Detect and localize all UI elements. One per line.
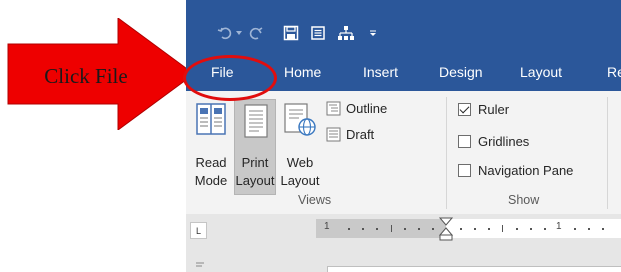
annotation-arrow: Click File xyxy=(0,17,200,131)
read-mode-label-1: Read xyxy=(195,155,227,170)
ruler-dot xyxy=(516,228,518,230)
navigation-pane-label: Navigation Pane xyxy=(478,163,574,178)
ruler-checkbox[interactable]: Ruler xyxy=(458,102,509,117)
save-icon xyxy=(283,25,299,41)
draft-button[interactable]: Draft xyxy=(326,127,374,142)
ruler-check-box[interactable] xyxy=(458,103,471,116)
annotation-label: Click File xyxy=(44,64,128,88)
ruler-dot xyxy=(432,228,434,230)
ruler-dot xyxy=(488,228,490,230)
customize-qat-icon xyxy=(370,30,376,36)
web-layout-icon xyxy=(284,103,316,136)
ruler-dot xyxy=(574,228,576,230)
show-group-label: Show xyxy=(508,193,540,207)
outline-button[interactable]: Outline xyxy=(326,101,387,116)
draft-label: Draft xyxy=(346,127,375,142)
read-mode-icon xyxy=(196,103,226,135)
ruler-left-margin xyxy=(316,219,446,238)
redo-icon xyxy=(249,27,263,40)
ruler-dot xyxy=(530,228,532,230)
print-layout-icon xyxy=(244,104,268,138)
tab-insert[interactable]: Insert xyxy=(363,64,398,80)
ruler-dot xyxy=(418,228,420,230)
outline-label: Outline xyxy=(346,101,388,116)
print-layout-label-2: Layout xyxy=(235,173,275,188)
sitemap-button[interactable] xyxy=(335,22,357,44)
web-layout-button[interactable]: Web Layout xyxy=(279,99,321,195)
read-mode-label-2: Mode xyxy=(194,173,228,188)
gridlines-checkbox[interactable]: Gridlines xyxy=(458,134,529,149)
draft-icon xyxy=(326,127,341,142)
ruler-dot xyxy=(404,228,406,230)
document-icon xyxy=(311,26,325,40)
ruler-tick xyxy=(391,225,392,232)
print-layout-label-1: Print xyxy=(241,155,269,170)
sitemap-icon xyxy=(338,26,354,40)
tab-design[interactable]: Design xyxy=(439,64,483,80)
document-page[interactable] xyxy=(327,266,621,272)
tab-home[interactable]: Home xyxy=(284,64,321,80)
undo-icon xyxy=(217,27,232,40)
redo-button[interactable] xyxy=(246,22,266,44)
web-layout-label-1: Web xyxy=(286,155,314,170)
ruler-dot xyxy=(544,228,546,230)
save-button[interactable] xyxy=(281,22,301,44)
ruler-area: L 1 1 xyxy=(186,214,621,272)
customize-qat-button[interactable] xyxy=(366,22,380,44)
navigation-pane-check-box[interactable] xyxy=(458,164,471,177)
ruler-number: 1 xyxy=(324,221,330,232)
ruler-label: Ruler xyxy=(478,102,510,117)
navigation-pane-checkbox[interactable]: Navigation Pane xyxy=(458,163,573,178)
indent-marker-icon[interactable] xyxy=(439,217,453,241)
horizontal-ruler[interactable]: 1 1 xyxy=(316,217,621,241)
print-layout-button[interactable]: Print Layout xyxy=(234,99,276,195)
ruler-dot xyxy=(602,228,604,230)
highlight-circle xyxy=(183,55,277,101)
group-separator xyxy=(446,97,447,209)
undo-button[interactable] xyxy=(214,22,236,44)
ruler-dot xyxy=(474,228,476,230)
tab-references[interactable]: Re xyxy=(607,64,621,80)
tab-layout[interactable]: Layout xyxy=(520,64,562,80)
ruler-dot xyxy=(588,228,590,230)
ruler-dot xyxy=(362,228,364,230)
undo-dropdown[interactable] xyxy=(234,22,244,44)
read-mode-button[interactable]: Read Mode xyxy=(191,99,231,195)
ruler-dot xyxy=(376,228,378,230)
web-layout-label-2: Layout xyxy=(280,173,320,188)
views-group-label: Views xyxy=(298,193,332,207)
ruler-dot xyxy=(348,228,350,230)
ruler-tick xyxy=(502,225,503,232)
chevron-down-icon xyxy=(236,31,242,35)
title-bar xyxy=(186,0,621,57)
ruler-dot xyxy=(460,228,462,230)
left-margin-marker-icon xyxy=(196,262,204,267)
ribbon-view: Read Mode Print Layout Web Layout Outlin… xyxy=(186,91,621,215)
outline-icon xyxy=(326,101,341,116)
document-button[interactable] xyxy=(308,22,328,44)
gridlines-label: Gridlines xyxy=(478,134,530,149)
ruler-number: 1 xyxy=(556,221,562,232)
tab-selector-label: L xyxy=(195,225,201,236)
group-separator xyxy=(607,97,608,209)
word-window: File Home Insert Design Layout Re Read M… xyxy=(186,0,621,272)
gridlines-check-box[interactable] xyxy=(458,135,471,148)
tab-selector-button[interactable]: L xyxy=(190,222,207,239)
